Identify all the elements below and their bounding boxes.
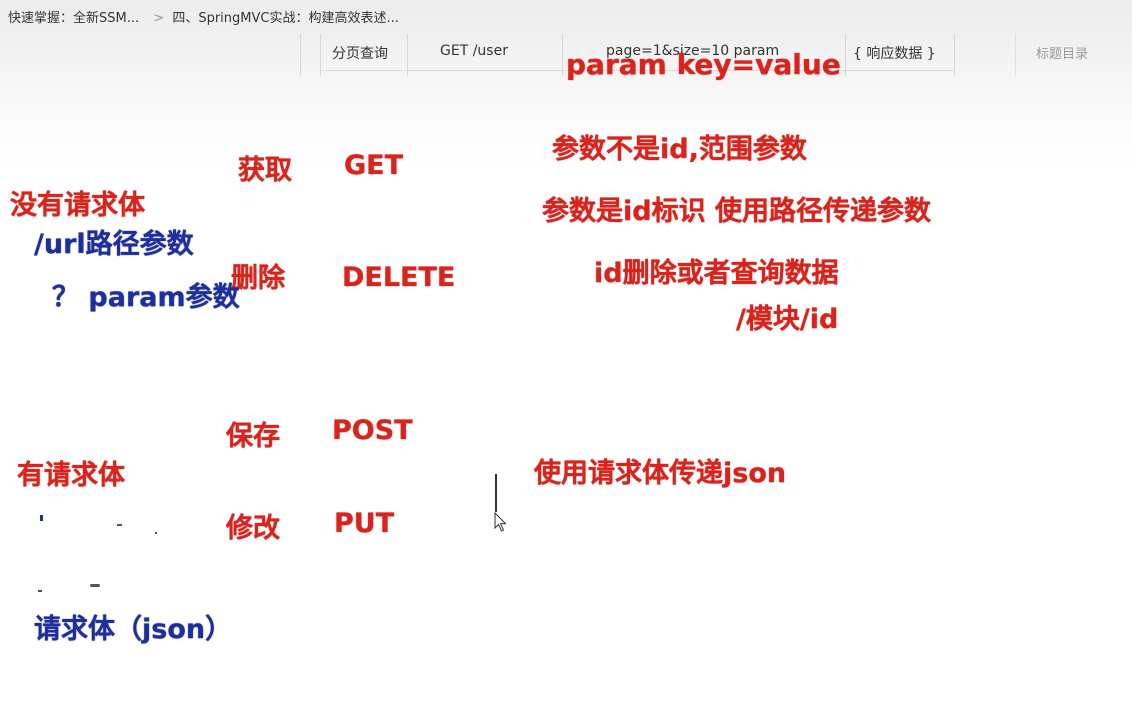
table-cell-method-path: GET /user [440, 43, 508, 59]
ink-mark [90, 584, 100, 587]
note-has-request-body: 有请求体 [17, 460, 125, 491]
note-delete-en: DELETE [342, 262, 456, 293]
toc-divider [1015, 34, 1016, 76]
note-get-en: GET [344, 150, 404, 181]
note-query-param: ？ param参数 [52, 282, 240, 313]
note-use-body-json: 使用请求体传递json [534, 458, 787, 489]
ink-mark [155, 532, 157, 534]
note-param-key-value: param key=value [566, 48, 841, 81]
note-url-path-param: /url路径参数 [34, 229, 194, 260]
note-post-en: POST [332, 415, 413, 446]
note-get-cn: 获取 [238, 155, 292, 186]
breadcrumb: 快速掌握：全新SSM... > 四、SpringMVC实战：构建高效表述... [8, 7, 399, 26]
note-no-request-body: 没有请求体 [10, 190, 145, 221]
note-id-delete-query: id删除或者查询数据 [594, 258, 839, 289]
breadcrumb-separator: > [153, 11, 165, 26]
mouse-pointer-icon [494, 511, 508, 536]
ink-mark [38, 590, 42, 592]
ink-mark [117, 524, 122, 526]
note-put-cn: 修改 [226, 513, 280, 544]
note-module-id: /模块/id [736, 304, 839, 335]
text-caret [495, 474, 497, 512]
table-cell-response: { 响应数据 } [853, 46, 936, 62]
video-frame: 快速掌握：全新SSM... > 四、SpringMVC实战：构建高效表述... … [0, 0, 1132, 708]
note-post-cn: 保存 [226, 421, 280, 452]
breadcrumb-item-course[interactable]: 快速掌握：全新SSM... [8, 11, 139, 26]
note-request-body-json: 请求体（json） [34, 614, 233, 645]
breadcrumb-item-chapter[interactable]: 四、SpringMVC实战：构建高效表述... [172, 11, 399, 26]
toc-button[interactable]: 标题目录 [1036, 43, 1088, 62]
ink-mark [40, 515, 43, 521]
note-id-path-param: 参数是id标识 使用路径传递参数 [542, 196, 931, 227]
note-put-en: PUT [334, 508, 395, 539]
table-cell-function: 分页查询 [332, 46, 388, 62]
table-border [300, 34, 301, 76]
note-range-param: 参数不是id,范围参数 [552, 134, 807, 165]
